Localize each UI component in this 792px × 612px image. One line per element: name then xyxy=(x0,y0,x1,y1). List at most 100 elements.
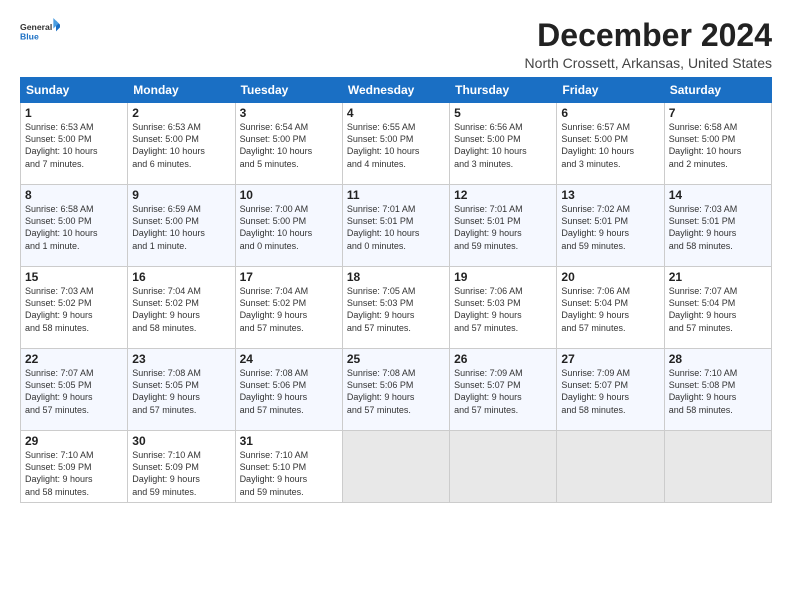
col-saturday: Saturday xyxy=(664,78,771,103)
day-info: Sunrise: 7:09 AM Sunset: 5:07 PM Dayligh… xyxy=(561,367,659,416)
calendar-table: Sunday Monday Tuesday Wednesday Thursday… xyxy=(20,77,772,503)
table-row: 22Sunrise: 7:07 AM Sunset: 5:05 PM Dayli… xyxy=(21,349,128,431)
day-info: Sunrise: 6:54 AM Sunset: 5:00 PM Dayligh… xyxy=(240,121,338,170)
table-row: 12Sunrise: 7:01 AM Sunset: 5:01 PM Dayli… xyxy=(450,185,557,267)
table-row: 15Sunrise: 7:03 AM Sunset: 5:02 PM Dayli… xyxy=(21,267,128,349)
table-row: 7Sunrise: 6:58 AM Sunset: 5:00 PM Daylig… xyxy=(664,103,771,185)
day-number: 8 xyxy=(25,188,123,202)
day-number: 25 xyxy=(347,352,445,366)
day-number: 28 xyxy=(669,352,767,366)
col-sunday: Sunday xyxy=(21,78,128,103)
day-info: Sunrise: 7:07 AM Sunset: 5:05 PM Dayligh… xyxy=(25,367,123,416)
table-row: 25Sunrise: 7:08 AM Sunset: 5:06 PM Dayli… xyxy=(342,349,449,431)
day-number: 6 xyxy=(561,106,659,120)
table-row: 11Sunrise: 7:01 AM Sunset: 5:01 PM Dayli… xyxy=(342,185,449,267)
day-info: Sunrise: 6:58 AM Sunset: 5:00 PM Dayligh… xyxy=(669,121,767,170)
table-row: 8Sunrise: 6:58 AM Sunset: 5:00 PM Daylig… xyxy=(21,185,128,267)
day-number: 5 xyxy=(454,106,552,120)
day-info: Sunrise: 7:07 AM Sunset: 5:04 PM Dayligh… xyxy=(669,285,767,334)
table-row: 5Sunrise: 6:56 AM Sunset: 5:00 PM Daylig… xyxy=(450,103,557,185)
day-info: Sunrise: 7:10 AM Sunset: 5:09 PM Dayligh… xyxy=(25,449,123,498)
day-info: Sunrise: 7:08 AM Sunset: 5:05 PM Dayligh… xyxy=(132,367,230,416)
day-info: Sunrise: 7:05 AM Sunset: 5:03 PM Dayligh… xyxy=(347,285,445,334)
calendar-title: December 2024 xyxy=(525,18,772,53)
table-row: 6Sunrise: 6:57 AM Sunset: 5:00 PM Daylig… xyxy=(557,103,664,185)
table-row: 24Sunrise: 7:08 AM Sunset: 5:06 PM Dayli… xyxy=(235,349,342,431)
day-info: Sunrise: 7:10 AM Sunset: 5:10 PM Dayligh… xyxy=(240,449,338,498)
day-info: Sunrise: 6:53 AM Sunset: 5:00 PM Dayligh… xyxy=(25,121,123,170)
day-info: Sunrise: 6:58 AM Sunset: 5:00 PM Dayligh… xyxy=(25,203,123,252)
day-info: Sunrise: 7:03 AM Sunset: 5:02 PM Dayligh… xyxy=(25,285,123,334)
day-number: 19 xyxy=(454,270,552,284)
day-number: 21 xyxy=(669,270,767,284)
day-number: 31 xyxy=(240,434,338,448)
day-number: 7 xyxy=(669,106,767,120)
table-row: 29Sunrise: 7:10 AM Sunset: 5:09 PM Dayli… xyxy=(21,431,128,503)
day-number: 16 xyxy=(132,270,230,284)
day-info: Sunrise: 6:57 AM Sunset: 5:00 PM Dayligh… xyxy=(561,121,659,170)
day-number: 18 xyxy=(347,270,445,284)
svg-text:General: General xyxy=(20,22,52,32)
day-info: Sunrise: 7:06 AM Sunset: 5:03 PM Dayligh… xyxy=(454,285,552,334)
day-info: Sunrise: 7:09 AM Sunset: 5:07 PM Dayligh… xyxy=(454,367,552,416)
day-number: 27 xyxy=(561,352,659,366)
day-info: Sunrise: 7:03 AM Sunset: 5:01 PM Dayligh… xyxy=(669,203,767,252)
page: General Blue December 2024 North Crosset… xyxy=(0,0,792,612)
table-row: 23Sunrise: 7:08 AM Sunset: 5:05 PM Dayli… xyxy=(128,349,235,431)
day-number: 15 xyxy=(25,270,123,284)
day-info: Sunrise: 7:01 AM Sunset: 5:01 PM Dayligh… xyxy=(347,203,445,252)
table-row: 26Sunrise: 7:09 AM Sunset: 5:07 PM Dayli… xyxy=(450,349,557,431)
day-number: 12 xyxy=(454,188,552,202)
table-row xyxy=(664,431,771,503)
header-row: Sunday Monday Tuesday Wednesday Thursday… xyxy=(21,78,772,103)
day-info: Sunrise: 7:08 AM Sunset: 5:06 PM Dayligh… xyxy=(240,367,338,416)
table-row: 28Sunrise: 7:10 AM Sunset: 5:08 PM Dayli… xyxy=(664,349,771,431)
table-row: 1Sunrise: 6:53 AM Sunset: 5:00 PM Daylig… xyxy=(21,103,128,185)
day-number: 29 xyxy=(25,434,123,448)
table-row: 16Sunrise: 7:04 AM Sunset: 5:02 PM Dayli… xyxy=(128,267,235,349)
day-info: Sunrise: 7:00 AM Sunset: 5:00 PM Dayligh… xyxy=(240,203,338,252)
day-info: Sunrise: 7:04 AM Sunset: 5:02 PM Dayligh… xyxy=(240,285,338,334)
day-info: Sunrise: 7:10 AM Sunset: 5:08 PM Dayligh… xyxy=(669,367,767,416)
day-info: Sunrise: 6:59 AM Sunset: 5:00 PM Dayligh… xyxy=(132,203,230,252)
col-wednesday: Wednesday xyxy=(342,78,449,103)
table-row: 3Sunrise: 6:54 AM Sunset: 5:00 PM Daylig… xyxy=(235,103,342,185)
day-info: Sunrise: 7:01 AM Sunset: 5:01 PM Dayligh… xyxy=(454,203,552,252)
table-row: 31Sunrise: 7:10 AM Sunset: 5:10 PM Dayli… xyxy=(235,431,342,503)
day-number: 9 xyxy=(132,188,230,202)
day-number: 1 xyxy=(25,106,123,120)
table-row: 10Sunrise: 7:00 AM Sunset: 5:00 PM Dayli… xyxy=(235,185,342,267)
logo: General Blue xyxy=(20,18,60,46)
table-row: 13Sunrise: 7:02 AM Sunset: 5:01 PM Dayli… xyxy=(557,185,664,267)
table-row: 27Sunrise: 7:09 AM Sunset: 5:07 PM Dayli… xyxy=(557,349,664,431)
table-row: 9Sunrise: 6:59 AM Sunset: 5:00 PM Daylig… xyxy=(128,185,235,267)
col-monday: Monday xyxy=(128,78,235,103)
table-row: 20Sunrise: 7:06 AM Sunset: 5:04 PM Dayli… xyxy=(557,267,664,349)
day-number: 26 xyxy=(454,352,552,366)
day-info: Sunrise: 7:08 AM Sunset: 5:06 PM Dayligh… xyxy=(347,367,445,416)
table-row xyxy=(450,431,557,503)
day-info: Sunrise: 6:53 AM Sunset: 5:00 PM Dayligh… xyxy=(132,121,230,170)
svg-text:Blue: Blue xyxy=(20,31,39,41)
day-number: 23 xyxy=(132,352,230,366)
title-block: December 2024 North Crossett, Arkansas, … xyxy=(525,18,772,71)
col-friday: Friday xyxy=(557,78,664,103)
day-number: 14 xyxy=(669,188,767,202)
table-row: 14Sunrise: 7:03 AM Sunset: 5:01 PM Dayli… xyxy=(664,185,771,267)
header: General Blue December 2024 North Crosset… xyxy=(20,18,772,71)
day-number: 3 xyxy=(240,106,338,120)
day-info: Sunrise: 6:56 AM Sunset: 5:00 PM Dayligh… xyxy=(454,121,552,170)
day-number: 24 xyxy=(240,352,338,366)
calendar-subtitle: North Crossett, Arkansas, United States xyxy=(525,55,772,71)
day-number: 4 xyxy=(347,106,445,120)
table-row: 2Sunrise: 6:53 AM Sunset: 5:00 PM Daylig… xyxy=(128,103,235,185)
table-row: 18Sunrise: 7:05 AM Sunset: 5:03 PM Dayli… xyxy=(342,267,449,349)
day-number: 20 xyxy=(561,270,659,284)
day-number: 13 xyxy=(561,188,659,202)
day-number: 30 xyxy=(132,434,230,448)
table-row: 17Sunrise: 7:04 AM Sunset: 5:02 PM Dayli… xyxy=(235,267,342,349)
day-number: 17 xyxy=(240,270,338,284)
col-thursday: Thursday xyxy=(450,78,557,103)
table-row: 21Sunrise: 7:07 AM Sunset: 5:04 PM Dayli… xyxy=(664,267,771,349)
day-number: 22 xyxy=(25,352,123,366)
